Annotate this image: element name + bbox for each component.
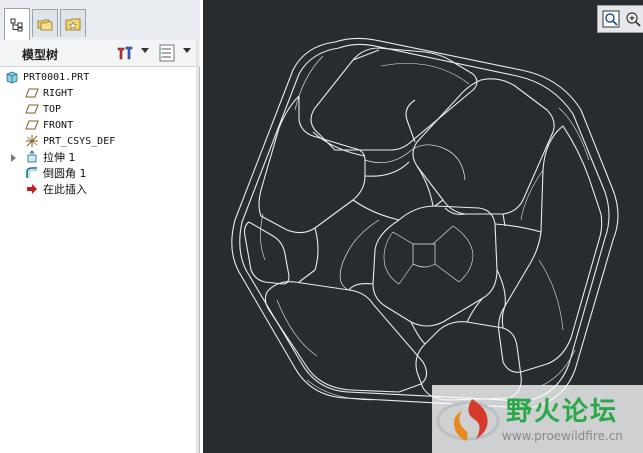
datum-plane-icon: [25, 102, 39, 116]
show-button[interactable]: [158, 44, 176, 62]
zoom-icon: [602, 10, 620, 28]
favorites-tab[interactable]: [60, 9, 86, 37]
watermark: 野火论坛 www.proewildfire.cn: [432, 385, 643, 453]
tree-item-extrude[interactable]: 拉伸 1: [25, 149, 76, 165]
settings-button[interactable]: [116, 44, 134, 62]
model-tree-tab[interactable]: [4, 8, 30, 40]
expand-extrude-icon[interactable]: [11, 154, 16, 162]
tree-item-round[interactable]: 倒圆角 1: [25, 165, 87, 181]
extrude-icon: [25, 150, 39, 164]
tree-item-top[interactable]: TOP: [25, 101, 61, 117]
watermark-logo-icon: [436, 399, 500, 441]
tree-icon: [10, 18, 23, 31]
tree-item-csys[interactable]: PRT_CSYS_DEF: [25, 133, 115, 149]
navigator-panel: 模型树 PRT0001.PRT RIGHT TOP FRONT PRT_CSYS…: [0, 0, 200, 453]
model-tree-toolbar: 模型树: [0, 40, 200, 67]
csys-icon: [25, 134, 39, 148]
tree-scrollbar[interactable]: [196, 40, 199, 453]
favorites-icon: [65, 18, 81, 30]
zoom-in-button[interactable]: [623, 9, 643, 29]
zoom-in-icon: [626, 12, 641, 27]
folder-icon: [37, 19, 53, 30]
watermark-url: www.proewildfire.cn: [502, 429, 623, 443]
tree-item-front[interactable]: FRONT: [25, 117, 73, 133]
insert-here-icon: [25, 182, 39, 196]
tree-item-part[interactable]: PRT0001.PRT: [5, 69, 89, 85]
part-icon: [5, 70, 19, 84]
app-window: 模型树 PRT0001.PRT RIGHT TOP FRONT PRT_CSYS…: [0, 0, 643, 453]
watermark-text: 野火论坛: [506, 397, 619, 427]
tree-item-right[interactable]: RIGHT: [25, 85, 73, 101]
show-list-icon: [159, 44, 175, 62]
zoom-window-button[interactable]: [601, 9, 621, 29]
datum-plane-icon: [25, 86, 39, 100]
show-dropdown-icon[interactable]: [183, 48, 191, 53]
datum-plane-icon: [25, 118, 39, 132]
round-icon: [25, 166, 39, 180]
settings-icon: [117, 46, 133, 60]
graphics-viewport[interactable]: 野火论坛 www.proewildfire.cn: [203, 0, 643, 453]
tree-item-insert-here[interactable]: 在此插入: [25, 181, 87, 197]
view-toolbar: [597, 5, 643, 33]
navigator-tab-bar: [0, 0, 200, 41]
settings-dropdown-icon[interactable]: [141, 48, 149, 53]
model-tree-title: 模型树: [22, 48, 59, 62]
folder-browser-tab[interactable]: [32, 9, 58, 37]
